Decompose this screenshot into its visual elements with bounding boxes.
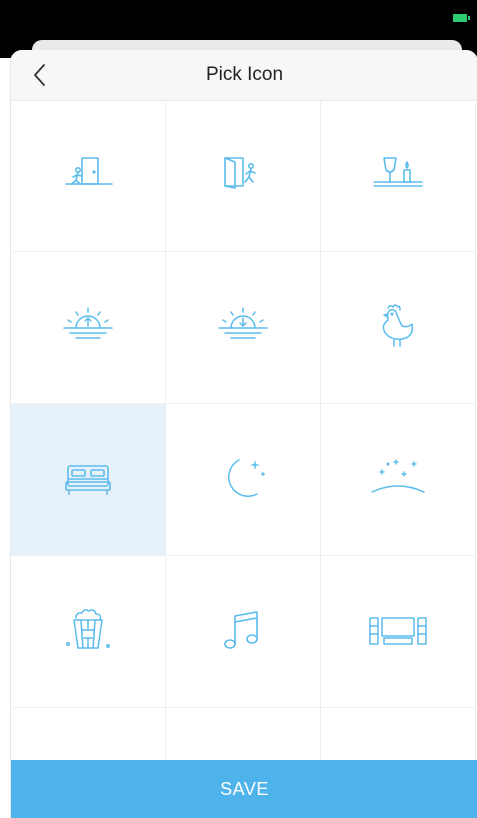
icon-cell[interactable] (166, 404, 321, 556)
night-sky-icon (371, 458, 425, 493)
icon-cell[interactable] (166, 556, 321, 708)
back-button[interactable] (29, 62, 53, 88)
leave-home-icon (65, 156, 113, 185)
home-theater-icon (369, 616, 427, 645)
save-button[interactable]: SAVE (11, 760, 477, 818)
icon-cell-selected[interactable] (11, 404, 166, 556)
save-button-label: SAVE (220, 778, 269, 799)
music-note-icon (224, 610, 258, 649)
icon-cell[interactable] (321, 708, 476, 760)
moon-stars-icon (228, 458, 265, 497)
icon-cell[interactable] (166, 100, 321, 252)
bed-icon (65, 464, 111, 495)
walk-out-door-icon (224, 156, 256, 189)
icon-cell[interactable] (11, 252, 166, 404)
popcorn-icon (66, 608, 110, 649)
page-title: Pick Icon (205, 64, 284, 85)
rooster-icon (382, 303, 414, 347)
sunrise-icon (63, 306, 113, 339)
chevron-left-icon (34, 64, 45, 86)
sunset-icon (218, 306, 268, 339)
icon-cell[interactable] (11, 100, 166, 252)
icon-cell[interactable] (166, 252, 321, 404)
battery-icon (453, 14, 470, 22)
icon-cell[interactable] (321, 556, 476, 708)
icon-cell[interactable] (11, 708, 166, 760)
icon-cell[interactable] (321, 100, 476, 252)
icon-cell[interactable] (321, 404, 476, 556)
dinner-table-icon (373, 156, 423, 187)
icon-cell[interactable] (321, 252, 476, 404)
icon-cell[interactable] (11, 556, 166, 708)
icon-grid (11, 100, 477, 760)
header: Pick Icon (11, 50, 477, 101)
pick-icon-sheet: Pick Icon SAVE (10, 50, 477, 818)
icon-cell[interactable] (166, 708, 321, 760)
